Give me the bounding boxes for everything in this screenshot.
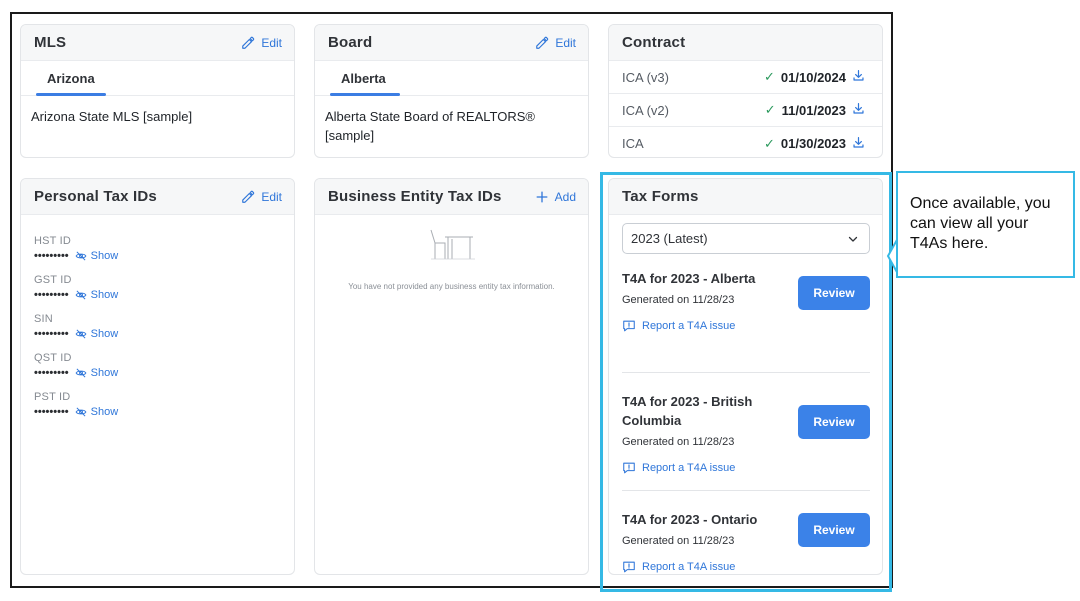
- contract-date: 11/01/2023: [781, 102, 846, 118]
- plus-icon: [536, 191, 548, 202]
- show-button[interactable]: Show: [75, 289, 119, 301]
- pencil-icon: [536, 36, 549, 49]
- tax-field-label: QST ID: [34, 352, 72, 364]
- board-edit-label: Edit: [555, 35, 576, 50]
- eye-off-icon: [75, 368, 87, 378]
- show-button[interactable]: Show: [75, 406, 119, 418]
- mls-card: MLS Edit Arizona Arizona State MLS [samp…: [20, 24, 295, 158]
- tab-underline: [36, 93, 106, 96]
- show-label: Show: [90, 406, 119, 418]
- mls-edit-label: Edit: [261, 35, 282, 50]
- callout-text: Once available, you can view all your T4…: [910, 195, 1051, 252]
- masked-value: •••••••••: [34, 367, 69, 379]
- contract-title: Contract: [622, 34, 686, 51]
- show-label: Show: [90, 289, 119, 301]
- contract-card: Contract ICA (v3) ✓ 01/10/2024 ICA (v2) …: [608, 24, 883, 158]
- checkmark-icon: ✓: [764, 102, 776, 117]
- board-edit-button[interactable]: Edit: [535, 36, 576, 50]
- tax-field-value: ••••••••• Show: [34, 328, 294, 340]
- tax-field-label: PST ID: [34, 391, 71, 403]
- show-button[interactable]: Show: [75, 250, 119, 262]
- tax-field-gst: GST ID ••••••••• Show: [34, 274, 294, 301]
- tab-underline: [330, 93, 400, 96]
- tax-field-value: ••••••••• Show: [34, 289, 294, 301]
- tax-field-value: ••••••••• Show: [34, 250, 294, 262]
- personal-tax-edit-label: Edit: [261, 189, 282, 204]
- tax-field-label: HST ID: [34, 235, 72, 247]
- eye-off-icon: [75, 251, 87, 261]
- business-tax-add-label: Add: [554, 189, 576, 204]
- mls-edit-button[interactable]: Edit: [241, 36, 282, 50]
- business-tax-card: Business Entity Tax IDs Add You have not…: [314, 178, 589, 575]
- empty-desk-illustration: [426, 227, 476, 266]
- tax-field-value: ••••••••• Show: [34, 406, 294, 418]
- board-tabbar: Alberta: [315, 61, 588, 96]
- show-label: Show: [90, 250, 119, 262]
- empty-state-text: You have not provided any business entit…: [348, 282, 555, 291]
- board-card: Board Edit Alberta Alberta State Board o…: [314, 24, 589, 158]
- contract-date-group: ✓ 01/10/2024: [764, 69, 865, 85]
- contract-row: ICA (v2) ✓ 11/01/2023: [609, 94, 882, 127]
- board-text: Alberta State Board of REALTORS® [sample…: [325, 109, 535, 143]
- masked-value: •••••••••: [34, 406, 69, 418]
- personal-tax-header: Personal Tax IDs Edit: [21, 179, 294, 215]
- checkmark-icon: ✓: [764, 69, 775, 84]
- masked-value: •••••••••: [34, 250, 69, 262]
- download-icon[interactable]: [852, 102, 865, 118]
- mls-title: MLS: [34, 34, 67, 51]
- tax-id-list: HST ID ••••••••• Show GST ID ••••••••• S…: [21, 215, 294, 418]
- show-button[interactable]: Show: [75, 328, 119, 340]
- tax-field-qst: QST ID ••••••••• Show: [34, 352, 294, 379]
- checkmark-icon: ✓: [764, 135, 775, 151]
- callout-box: Once available, you can view all your T4…: [896, 171, 1075, 278]
- pencil-icon: [242, 190, 255, 203]
- show-label: Show: [90, 328, 119, 340]
- contract-date: 01/30/2023: [780, 136, 846, 151]
- contract-card-header: Contract: [609, 25, 882, 61]
- board-card-header: Board Edit: [315, 25, 588, 61]
- contract-row: ICA ✓ 01/30/2023: [609, 127, 882, 157]
- tax-field-value: ••••••••• Show: [34, 367, 294, 379]
- download-icon[interactable]: [852, 136, 865, 152]
- show-button[interactable]: Show: [75, 367, 119, 379]
- personal-tax-title: Personal Tax IDs: [34, 188, 157, 205]
- download-icon[interactable]: [852, 69, 865, 85]
- pencil-icon: [242, 36, 255, 49]
- tax-field-label: GST ID: [34, 274, 72, 286]
- eye-off-icon: [75, 290, 87, 300]
- contract-row: ICA (v3) ✓ 01/10/2024: [609, 61, 882, 94]
- business-tax-header: Business Entity Tax IDs Add: [315, 179, 588, 215]
- tax-field-pst: PST ID ••••••••• Show: [34, 391, 294, 418]
- tax-field-label: SIN: [34, 313, 53, 325]
- masked-value: •••••••••: [34, 289, 69, 301]
- tax-field-sin: SIN ••••••••• Show: [34, 313, 294, 340]
- eye-off-icon: [75, 329, 87, 339]
- contract-name: ICA (v3): [622, 69, 669, 85]
- contract-date-group: ✓ 01/30/2023: [764, 136, 865, 152]
- contract-name: ICA: [622, 136, 644, 151]
- tab-alberta[interactable]: Alberta: [330, 61, 397, 96]
- business-tax-title: Business Entity Tax IDs: [328, 188, 502, 205]
- tab-arizona[interactable]: Arizona: [36, 61, 106, 96]
- tax-field-hst: HST ID ••••••••• Show: [34, 235, 294, 262]
- personal-tax-card: Personal Tax IDs Edit HST ID ••••••••• S…: [20, 178, 295, 575]
- contract-date: 01/10/2024: [780, 69, 846, 85]
- contract-date-group: ✓ 11/01/2023: [765, 102, 865, 118]
- eye-off-icon: [75, 407, 87, 417]
- contract-name: ICA (v2): [622, 102, 669, 118]
- show-label: Show: [90, 367, 119, 379]
- mls-tabbar: Arizona: [21, 61, 294, 96]
- board-title: Board: [328, 34, 373, 51]
- mls-card-header: MLS Edit: [21, 25, 294, 61]
- personal-tax-edit-button[interactable]: Edit: [241, 190, 282, 204]
- masked-value: •••••••••: [34, 328, 69, 340]
- contract-list: ICA (v3) ✓ 01/10/2024 ICA (v2) ✓ 11/01/2…: [609, 61, 882, 157]
- tax-forms-highlight: [600, 172, 892, 592]
- business-tax-add-button[interactable]: Add: [535, 190, 576, 204]
- mls-text: Arizona State MLS [sample]: [31, 109, 193, 124]
